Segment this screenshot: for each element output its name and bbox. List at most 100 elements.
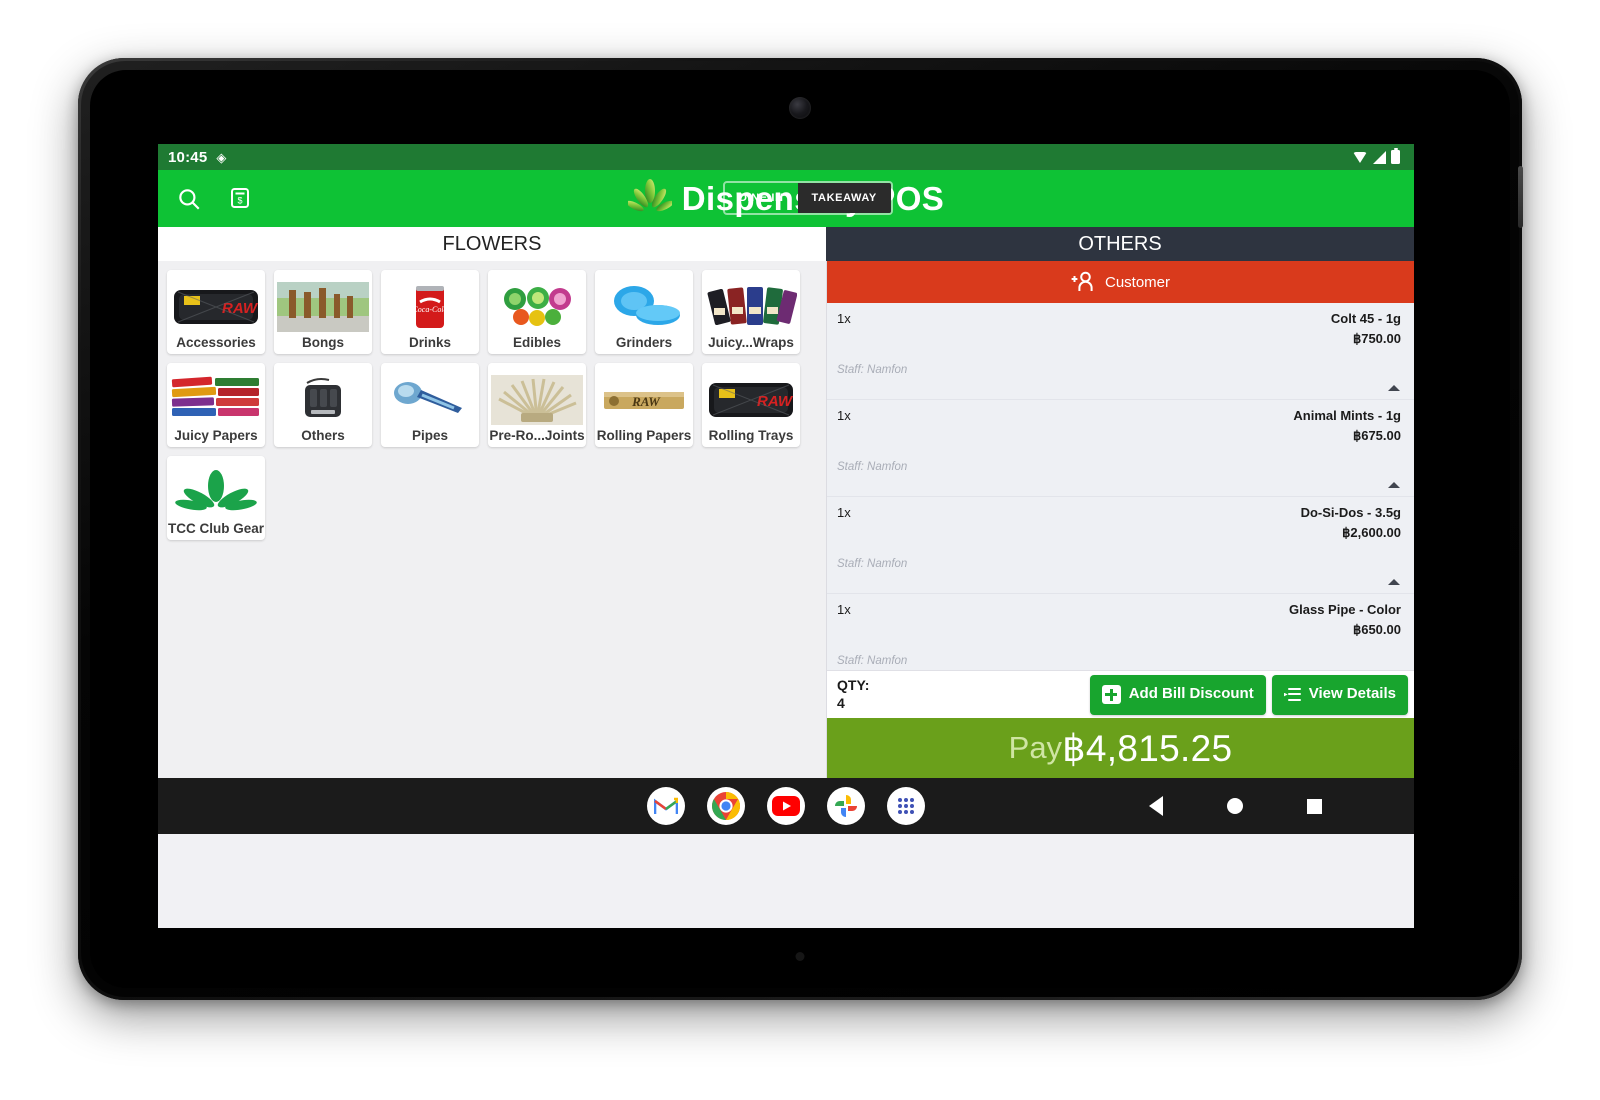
- category-card-juicy-papers[interactable]: Juicy Papers: [167, 363, 265, 447]
- chevron-up-icon[interactable]: [1388, 579, 1400, 585]
- plus-icon: [1101, 685, 1121, 704]
- cart-item-price: ฿2,600.00: [1342, 525, 1401, 540]
- cart-item-name: Colt 45 - 1g: [1330, 311, 1401, 326]
- cart-item-row[interactable]: 1x Do-Si-Dos - 3.5g ฿2,600.00 Staff: Nam…: [827, 497, 1414, 594]
- wifi-icon: [1353, 151, 1368, 163]
- mode-dine-in-button[interactable]: DINE IN: [725, 183, 798, 213]
- add-bill-discount-button[interactable]: Add Bill Discount: [1089, 674, 1266, 715]
- category-card-juicy-wraps[interactable]: Juicy...Wraps: [702, 270, 800, 354]
- youtube-icon[interactable]: [767, 787, 805, 825]
- cart-item-qty: 1x: [837, 602, 851, 617]
- cart-item-staff: Staff: Namfon: [837, 558, 908, 570]
- view-details-label: View Details: [1308, 685, 1396, 703]
- cart-item-qty: 1x: [837, 505, 851, 520]
- bezel-dot: [795, 952, 805, 961]
- category-grid: RAW Accessories Bongs Coca-Cola Drinks E…: [167, 270, 817, 540]
- soda-can-photo: Coca-Cola: [382, 279, 478, 335]
- chevron-up-icon[interactable]: [1388, 482, 1400, 488]
- quantity-summary: QTY: 4: [837, 677, 869, 712]
- category-card-edibles[interactable]: Edibles: [488, 270, 586, 354]
- category-label: Edibles: [512, 335, 561, 350]
- svg-text:Coca-Cola: Coca-Cola: [412, 305, 447, 314]
- cart-item-row[interactable]: 1x Glass Pipe - Color ฿650.00 Staff: Nam…: [827, 594, 1414, 670]
- cart-item-name: Animal Mints - 1g: [1293, 408, 1401, 423]
- qty-value: 4: [837, 694, 845, 711]
- cart-item-price: ฿650.00: [1352, 622, 1401, 637]
- category-card-tcc-club-gear[interactable]: TCC Club Gear: [167, 456, 265, 540]
- add-bill-discount-label: Add Bill Discount: [1128, 685, 1254, 703]
- cart-summary-bar: QTY: 4 Add Bill Discount View Details: [827, 670, 1414, 718]
- papers-photo: [168, 372, 264, 428]
- category-card-others[interactable]: Others: [274, 363, 372, 447]
- system-nav-keys: [1149, 796, 1322, 816]
- cart-item-staff: Staff: Namfon: [837, 461, 908, 473]
- category-card-grinders[interactable]: Grinders: [595, 270, 693, 354]
- location-pin-icon: ◈: [216, 149, 227, 165]
- chevron-up-icon[interactable]: [1388, 385, 1400, 391]
- list-icon: [1284, 688, 1301, 701]
- category-label: Drinks: [408, 335, 452, 350]
- cart-item-qty: 1x: [837, 311, 851, 326]
- gummies-photo: [489, 279, 585, 335]
- category-card-accessories[interactable]: RAW Accessories: [167, 270, 265, 354]
- cart-item-row[interactable]: 1x Colt 45 - 1g ฿750.00 Staff: Namfon: [827, 303, 1414, 400]
- category-card-bongs[interactable]: Bongs: [274, 270, 372, 354]
- power-button[interactable]: [1518, 166, 1523, 228]
- category-card-rolling-trays[interactable]: RAW Rolling Trays: [702, 363, 800, 447]
- cart-item-staff: Staff: Namfon: [837, 655, 908, 667]
- tab-flowers[interactable]: FLOWERS: [158, 227, 826, 261]
- category-card-pipes[interactable]: Pipes: [381, 363, 479, 447]
- category-label: Rolling Trays: [708, 428, 794, 443]
- cannabis-leaf-icon: [627, 178, 672, 211]
- android-status-bar: 10:45 ◈: [158, 144, 1414, 170]
- category-label: Others: [301, 428, 345, 443]
- svg-text:$: $: [237, 195, 242, 205]
- category-card-drinks[interactable]: Coca-Cola Drinks: [381, 270, 479, 354]
- grinder-photo: [596, 279, 692, 335]
- cannabis-leaf-logo: [168, 465, 264, 521]
- tab-others[interactable]: OTHERS: [826, 227, 1414, 261]
- cellular-signal-icon: [1373, 150, 1386, 164]
- pay-button[interactable]: Pay ฿4,815.25: [827, 718, 1414, 778]
- cart-items-list[interactable]: 1x Colt 45 - 1g ฿750.00 Staff: Namfon 1x: [827, 303, 1414, 670]
- category-card-pre-rolled-joints[interactable]: Pre-Ro...Joints: [488, 363, 586, 447]
- glass-pipe-photo: [382, 372, 478, 428]
- battery-icon: [1391, 147, 1400, 164]
- rolling-tray-photo: RAW: [168, 279, 264, 335]
- status-bar-clock: 10:45: [168, 148, 208, 166]
- recents-button[interactable]: [1307, 798, 1322, 814]
- home-button[interactable]: [1227, 798, 1243, 814]
- category-label: TCC Club Gear: [167, 521, 264, 536]
- add-customer-label: Customer: [1104, 273, 1171, 291]
- pay-amount: ฿4,815.25: [1062, 727, 1233, 769]
- category-card-rolling-papers[interactable]: RAW Rolling Papers: [595, 363, 693, 447]
- tablet-screen: 10:45 ◈ $ Dispensary POS DINE IN TAKEAWA…: [158, 144, 1414, 928]
- cart-item-row[interactable]: 1x Animal Mints - 1g ฿675.00 Staff: Namf…: [827, 400, 1414, 497]
- category-grid-pane: RAW Accessories Bongs Coca-Cola Drinks E…: [158, 261, 826, 778]
- cart-item-price: ฿750.00: [1352, 331, 1401, 346]
- app-drawer-icon[interactable]: [887, 787, 925, 825]
- category-label: Accessories: [176, 335, 256, 350]
- google-photos-icon[interactable]: [827, 787, 865, 825]
- view-details-button[interactable]: View Details: [1271, 674, 1408, 715]
- chrome-icon[interactable]: [707, 787, 745, 825]
- prerolls-photo: [489, 372, 585, 428]
- cart-item-staff: Staff: Namfon: [837, 364, 908, 376]
- rolling-tray-photo: RAW: [703, 372, 799, 428]
- receipt-icon[interactable]: $: [228, 186, 254, 212]
- bongs-photo: [275, 279, 371, 335]
- gmail-icon[interactable]: [647, 787, 685, 825]
- order-mode-toggle[interactable]: DINE IN TAKEAWAY: [723, 181, 893, 215]
- category-label: Pre-Ro...Joints: [489, 428, 585, 443]
- cart-item-name: Glass Pipe - Color: [1289, 602, 1401, 617]
- category-label: Pipes: [411, 428, 449, 443]
- add-customer-button[interactable]: Customer: [827, 261, 1414, 303]
- search-icon[interactable]: [176, 186, 202, 212]
- wraps-photo: [703, 279, 799, 335]
- mode-takeaway-button[interactable]: TAKEAWAY: [797, 183, 891, 213]
- app-bar: $ Dispensary POS DINE IN TAKEAWAY: [158, 170, 1414, 227]
- cart-item-qty: 1x: [837, 408, 851, 423]
- android-nav-bar: [158, 778, 1414, 834]
- category-tabs: FLOWERS OTHERS: [158, 227, 1414, 261]
- back-button[interactable]: [1149, 796, 1163, 816]
